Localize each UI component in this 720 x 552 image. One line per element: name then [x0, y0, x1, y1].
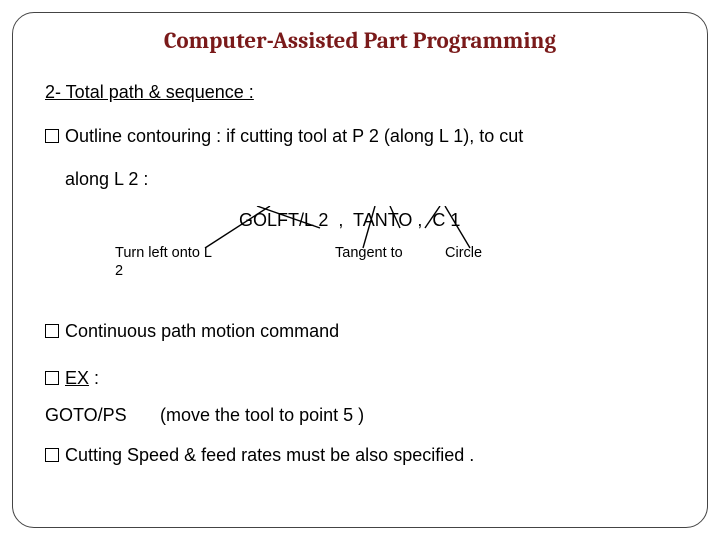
annotation-turn-left: Turn left onto L 2: [115, 244, 215, 280]
slide-title: Computer-Assisted Part Programming: [45, 27, 675, 54]
bullet-cutting: Cutting Speed & feed rates must be also …: [45, 440, 675, 471]
goto-command: GOTO/PS: [45, 405, 155, 426]
annotation-tangent: Tangent to: [335, 244, 405, 262]
bullet-square-icon: [45, 324, 59, 338]
annotation-circle: Circle: [445, 244, 505, 262]
bullet-outline: Outline contouring : if cutting tool at …: [45, 121, 675, 152]
slide-frame: Computer-Assisted Part Programming 2- To…: [12, 12, 708, 528]
section-heading: 2- Total path & sequence :: [45, 82, 675, 103]
bullet-ex: EX :: [45, 363, 675, 394]
bullet-square-icon: [45, 129, 59, 143]
bullet-outline-text: Outline contouring : if cutting tool at …: [65, 126, 523, 146]
ex-label: EX: [65, 368, 89, 388]
bullet-continuous: Continuous path motion command: [45, 316, 675, 347]
bullet-continuous-text: Continuous path motion command: [65, 321, 339, 341]
bullet-square-icon: [45, 371, 59, 385]
goto-row: GOTO/PS (move the tool to point 5 ): [45, 405, 675, 426]
bullet-cutting-text: Cutting Speed & feed rates must be also …: [65, 445, 474, 465]
bullet-outline-continuation: along L 2 :: [45, 164, 675, 195]
ex-colon: :: [89, 368, 99, 388]
goto-description: (move the tool to point 5 ): [160, 405, 364, 425]
bullet-square-icon: [45, 448, 59, 462]
code-annotation-block: GOLFT/L 2 , TANTO , C 1 Turn left onto L…: [45, 206, 675, 316]
apt-code-line: GOLFT/L 2 , TANTO , C 1: [239, 210, 460, 231]
